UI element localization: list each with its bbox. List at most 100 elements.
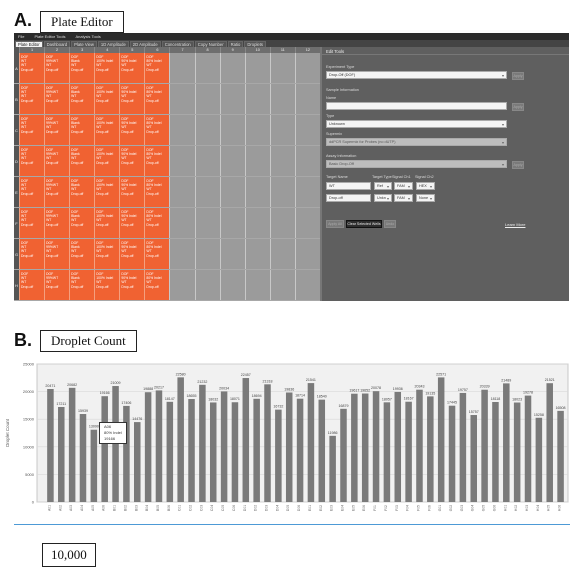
supermix-select[interactable]: ddPCR Supermix for Probes (no dUTP) ▾ <box>326 138 507 146</box>
apply-all-button[interactable]: Apply All <box>326 220 344 228</box>
well-G10[interactable] <box>244 239 270 269</box>
apply-experiment-button[interactable]: Apply <box>512 72 524 80</box>
well-C07[interactable] <box>169 115 195 145</box>
well-B04[interactable]: DOF 100% Indel WT Drop-off <box>94 84 120 114</box>
bar[interactable] <box>90 429 98 502</box>
bar[interactable] <box>134 422 141 502</box>
well-H06[interactable]: DOF 80% Indel WT Drop-off <box>144 270 170 300</box>
well-H12[interactable] <box>294 270 320 300</box>
bar[interactable] <box>503 383 510 502</box>
well-A06[interactable]: DOF 80% Indel WT Drop-off <box>144 53 170 83</box>
bar[interactable] <box>351 393 358 502</box>
well-F09[interactable] <box>219 208 245 238</box>
well-E01[interactable]: DOF WT WT Drop-off <box>19 177 45 207</box>
bar[interactable] <box>329 435 336 502</box>
well-D09[interactable] <box>219 146 245 176</box>
well-C10[interactable] <box>244 115 270 145</box>
bar[interactable] <box>79 414 87 502</box>
bar[interactable] <box>264 384 271 502</box>
well-B05[interactable]: DOF 90% Indel WT Drop-off <box>119 84 145 114</box>
well-H04[interactable]: DOF 100% Indel WT Drop-off <box>94 270 120 300</box>
sample-name-input[interactable] <box>326 102 507 110</box>
well-A04[interactable]: DOF 100% Indel WT Drop-off <box>94 53 120 83</box>
bar[interactable] <box>123 405 130 502</box>
bar[interactable] <box>188 399 195 502</box>
bar[interactable] <box>307 383 315 502</box>
well-C09[interactable] <box>219 115 245 145</box>
signal-ch2-select[interactable]: None ▾ <box>416 194 435 202</box>
bar[interactable] <box>296 398 304 502</box>
well-F06[interactable]: DOF 80% Indel WT Drop-off <box>144 208 170 238</box>
menu-item-plate-editor-tools[interactable]: Plate Editor Tools <box>34 34 65 39</box>
well-C03[interactable]: DOF Blank WT Drop-off <box>69 115 95 145</box>
well-B12[interactable] <box>294 84 320 114</box>
well-H01[interactable]: DOF WT WT Drop-off <box>19 270 45 300</box>
bar[interactable] <box>275 409 282 502</box>
well-B08[interactable] <box>194 84 220 114</box>
well-E03[interactable]: DOF Blank WT Drop-off <box>69 177 95 207</box>
well-D12[interactable] <box>294 146 320 176</box>
well-H05[interactable]: DOF 90% Indel WT Drop-off <box>119 270 145 300</box>
well-D11[interactable] <box>269 146 295 176</box>
well-G03[interactable]: DOF Blank WT Drop-off <box>69 239 95 269</box>
bar[interactable] <box>383 402 391 502</box>
well-H11[interactable] <box>269 270 295 300</box>
bar[interactable] <box>166 401 174 502</box>
well-F11[interactable] <box>269 208 295 238</box>
bar[interactable] <box>535 417 543 502</box>
well-B09[interactable] <box>219 84 245 114</box>
well-H02[interactable]: DOF 99%WT WT Drop-off <box>44 270 70 300</box>
target-name-input[interactable]: WT <box>326 182 371 190</box>
well-E12[interactable] <box>294 177 320 207</box>
well-E11[interactable] <box>269 177 295 207</box>
well-B07[interactable] <box>169 84 195 114</box>
clear-selected-wells-button[interactable]: Clear Selected Wells <box>346 220 382 228</box>
well-B06[interactable]: DOF 80% Indel WT Drop-off <box>144 84 170 114</box>
well-F03[interactable]: DOF Blank WT Drop-off <box>69 208 95 238</box>
bar[interactable] <box>68 387 76 502</box>
bar[interactable] <box>513 402 521 502</box>
well-D08[interactable] <box>194 146 220 176</box>
undo-button[interactable]: Undo <box>384 220 396 228</box>
well-G04[interactable]: DOF 100% Indel WT Drop-off <box>94 239 120 269</box>
apply-sample-button[interactable]: Apply <box>512 103 524 111</box>
well-A08[interactable] <box>194 53 220 83</box>
well-B02[interactable]: DOF 99%WT WT Drop-off <box>44 84 70 114</box>
well-A02[interactable]: DOF 99%WT WT Drop-off <box>44 53 70 83</box>
well-F02[interactable]: DOF 99%WT WT Drop-off <box>44 208 70 238</box>
well-G12[interactable] <box>294 239 320 269</box>
well-G05[interactable]: DOF 90% Indel WT Drop-off <box>119 239 145 269</box>
bar[interactable] <box>177 377 184 502</box>
menu-item-file[interactable]: File <box>18 34 24 39</box>
bar[interactable] <box>546 383 553 502</box>
well-G08[interactable] <box>194 239 220 269</box>
signal-ch1-select[interactable]: FAM ▾ <box>394 182 413 190</box>
well-F05[interactable]: DOF 90% Indel WT Drop-off <box>119 208 145 238</box>
well-H09[interactable] <box>219 270 245 300</box>
bar[interactable] <box>372 391 380 502</box>
bar[interactable] <box>318 399 326 502</box>
well-C02[interactable]: DOF 99%WT WT Drop-off <box>44 115 70 145</box>
well-C05[interactable]: DOF 90% Indel WT Drop-off <box>119 115 145 145</box>
bar[interactable] <box>47 389 54 502</box>
well-A09[interactable] <box>219 53 245 83</box>
well-D02[interactable]: DOF 99%WT WT Drop-off <box>44 146 70 176</box>
menu-item-analysis-tools[interactable]: Analysis Tools <box>76 34 101 39</box>
bar[interactable] <box>481 389 488 502</box>
well-D07[interactable] <box>169 146 195 176</box>
bar[interactable] <box>405 401 412 502</box>
bar[interactable] <box>58 406 65 502</box>
well-F08[interactable] <box>194 208 220 238</box>
signal-ch1-select[interactable]: FAM ▾ <box>394 194 413 202</box>
well-E02[interactable]: DOF 99%WT WT Drop-off <box>44 177 70 207</box>
well-B01[interactable]: DOF WT WT Drop-off <box>19 84 45 114</box>
bar[interactable] <box>144 392 152 502</box>
bar[interactable] <box>101 396 108 502</box>
well-A11[interactable] <box>269 53 295 83</box>
target-name-input[interactable]: Drop-off <box>326 194 371 202</box>
sample-type-select[interactable]: Unknown ▾ <box>326 120 507 128</box>
bar[interactable] <box>459 392 467 502</box>
well-F10[interactable] <box>244 208 270 238</box>
well-A10[interactable] <box>244 53 270 83</box>
well-C06[interactable]: DOF 80% Indel WT Drop-off <box>144 115 170 145</box>
